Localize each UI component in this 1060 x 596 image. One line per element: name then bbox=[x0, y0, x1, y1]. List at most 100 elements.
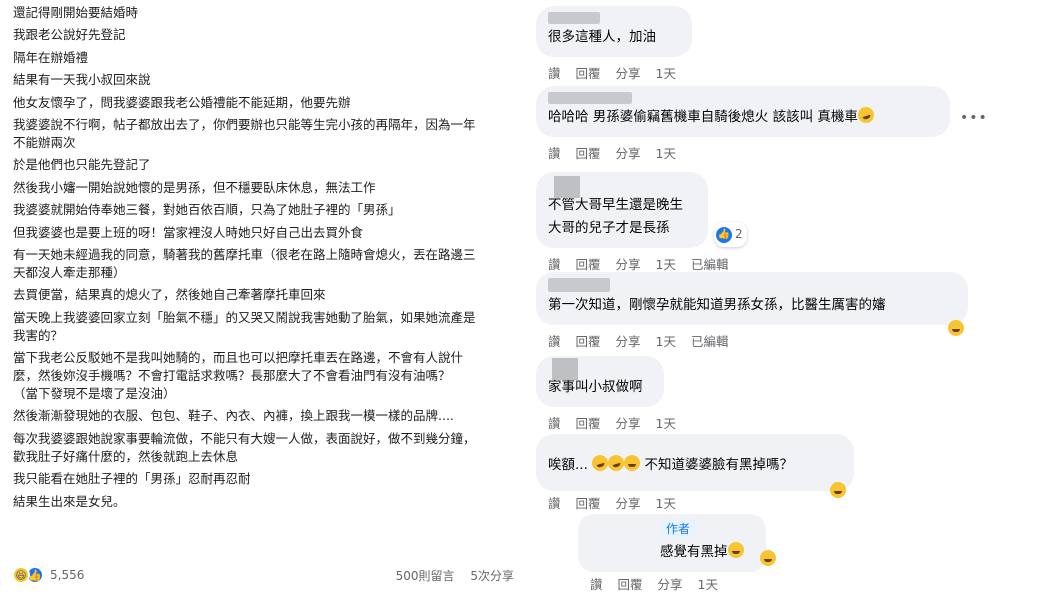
comment-like-count: 2 bbox=[735, 227, 743, 241]
post-line: 歡我肚子好痛什麼的，然後就跑上去休息 bbox=[13, 448, 239, 464]
comment-bubble: 作者 感覺有黑掉 bbox=[578, 514, 776, 572]
reaction-summary[interactable]: 😆 👍 5,556 bbox=[12, 566, 84, 584]
comment: 唉額... 不知道婆婆臉有黑掉嗎？ 讚回覆 分享 1天 bbox=[536, 434, 854, 512]
reply-link[interactable]: 回覆 bbox=[576, 257, 601, 272]
comment-actions: 讚回覆 分享 1天 bbox=[578, 574, 766, 593]
share-link[interactable]: 分享 bbox=[616, 257, 641, 272]
reply-link[interactable]: 回覆 bbox=[576, 146, 601, 161]
post-line: 天都沒人牽走那種） bbox=[13, 264, 126, 280]
post-line: 麼，然後妳沒手機嗎？不會打電話求救嗎？長那麼大了不會看油門有沒有油嗎？ bbox=[13, 368, 451, 384]
comment: 很多這種人，加油 讚回覆 分享 1天 bbox=[536, 6, 692, 82]
comment-bubble: 哈哈哈 男孫婆偷竊舊機車自騎後熄火 該該叫 真機車 bbox=[536, 86, 950, 137]
comment-bubble: 家事叫小叔做啊 bbox=[536, 356, 664, 407]
comment-text: 很多這種人，加油 bbox=[548, 29, 656, 45]
comment-time[interactable]: 1天 bbox=[656, 416, 676, 431]
like-icon: 👍 bbox=[716, 226, 732, 243]
laughing-emoji-icon[interactable] bbox=[760, 550, 776, 566]
share-link[interactable]: 分享 bbox=[616, 416, 641, 431]
reply-link[interactable]: 回覆 bbox=[576, 416, 601, 431]
post-line: （當下發現不是壞了是沒油） bbox=[13, 386, 176, 402]
post-line: 每次我婆婆跟她說家事要輪流做，不能只有大嫂一人做，表面說好，做不到幾分鐘， bbox=[13, 430, 476, 446]
post-line: 我婆婆說不行啊，帖子都放出去了，你們要辦也只能等生完小孩的再隔年，因為一年 bbox=[13, 116, 476, 132]
comment-time[interactable]: 1天 bbox=[656, 146, 676, 161]
laughing-emoji-icon bbox=[855, 104, 876, 126]
comment-text: 第一次知道，剛懷孕就能知道男孫女孫，比醫生厲害的嬸 bbox=[548, 297, 886, 313]
commenter-avatar-redacted bbox=[552, 358, 578, 380]
like-link[interactable]: 讚 bbox=[548, 257, 561, 272]
comment-time[interactable]: 1天 bbox=[656, 334, 676, 349]
comment-time[interactable]: 1天 bbox=[656, 496, 676, 511]
like-link[interactable]: 讚 bbox=[548, 334, 561, 349]
reply-link[interactable]: 回覆 bbox=[618, 577, 643, 592]
comment-time[interactable]: 1天 bbox=[656, 66, 676, 81]
edited-label[interactable]: 已編輯 bbox=[691, 257, 729, 272]
like-link[interactable]: 讚 bbox=[590, 577, 603, 592]
post-line: 結果生出來是女兒。 bbox=[13, 493, 126, 509]
share-link[interactable]: 分享 bbox=[616, 334, 641, 349]
share-link[interactable]: 分享 bbox=[616, 146, 641, 161]
post-line: 於是他們也只能先登記了 bbox=[13, 157, 151, 173]
reply-link[interactable]: 回覆 bbox=[576, 334, 601, 349]
post-line: 他女友懷孕了，問我婆婆跟我老公婚禮能不能延期，他要先辦 bbox=[13, 94, 351, 110]
shares-count[interactable]: 5次分享 bbox=[470, 569, 514, 583]
comment: 不管大哥早生還是晚生 大哥的兒子才是長孫 👍 2 讚回覆 分享 1天 已編輯 bbox=[536, 172, 747, 273]
share-link[interactable]: 分享 bbox=[658, 577, 683, 592]
post-line: 當天晚上我婆婆回家立刻「胎氣不穩」的又哭又鬧說我害她動了胎氣，如果她流產是 bbox=[13, 309, 476, 325]
post-panel: 還記得剛開始要結婚時 我跟老公說好先登記 隔年在辦婚禮 結果有一天我小叔回來說 … bbox=[0, 0, 530, 596]
comment-time[interactable]: 1天 bbox=[698, 577, 718, 592]
post-line: 但我婆婆也是要上班的呀！當家裡沒人時她只好自己出去買外食 bbox=[13, 224, 364, 240]
share-link[interactable]: 分享 bbox=[616, 496, 641, 511]
post-footer: 😆 👍 5,556 500則留言 5次分享 bbox=[12, 564, 522, 586]
commenter-name-redacted bbox=[548, 92, 632, 104]
reply-link[interactable]: 回覆 bbox=[576, 496, 601, 511]
share-link[interactable]: 分享 bbox=[616, 66, 641, 81]
post-body: 還記得剛開始要結婚時 我跟老公說好先登記 隔年在辦婚禮 結果有一天我小叔回來說 … bbox=[13, 4, 523, 515]
comment-actions: 讚回覆 分享 1天 已編輯 bbox=[536, 254, 744, 273]
laughing-emoji-icon[interactable] bbox=[948, 320, 964, 336]
author-badge: 作者 bbox=[660, 520, 697, 538]
comment-bubble: 唉額... 不知道婆婆臉有黑掉嗎？ bbox=[536, 434, 854, 498]
comment-reaction-badge[interactable]: 👍 2 bbox=[714, 222, 747, 247]
more-options-icon[interactable]: ••• bbox=[960, 110, 988, 126]
post-line: 還記得剛開始要結婚時 bbox=[13, 5, 139, 20]
like-link[interactable]: 讚 bbox=[548, 416, 561, 431]
comment-text-content: 感覺有黑掉 bbox=[660, 544, 728, 560]
post-line: 我婆婆就開始侍奉她三餐，對她百依百順，只為了她肚子裡的「男孫」 bbox=[13, 202, 401, 218]
comment-text-line: 大哥的兒子才是長孫 bbox=[548, 220, 670, 236]
like-link[interactable]: 讚 bbox=[548, 66, 561, 81]
comment: 哈哈哈 男孫婆偷竊舊機車自騎後熄火 該該叫 真機車 讚回覆 分享 1天 bbox=[536, 86, 950, 162]
reaction-count[interactable]: 5,556 bbox=[50, 568, 84, 582]
post-line: 不能辦兩次 bbox=[13, 134, 76, 150]
like-link[interactable]: 讚 bbox=[548, 146, 561, 161]
commenter-name-redacted bbox=[548, 278, 610, 292]
post-line: 有一天她未經過我的同意，騎著我的舊摩托車（很老在路上隨時會熄火，丟在路邊三 bbox=[13, 246, 476, 262]
comment-time[interactable]: 1天 bbox=[656, 257, 676, 272]
post-line: 結果有一天我小叔回來說 bbox=[13, 72, 151, 88]
grinning-emoji-icon bbox=[727, 542, 744, 558]
reply-comment: 作者 感覺有黑掉 讚回覆 分享 1天 bbox=[578, 514, 776, 593]
comment: 家事叫小叔做啊 讚回覆 分享 1天 bbox=[536, 356, 691, 432]
like-link[interactable]: 讚 bbox=[548, 496, 561, 511]
comment-actions: 讚回覆 分享 1天 bbox=[536, 493, 854, 512]
comments-panel: 很多這種人，加油 讚回覆 分享 1天 哈哈哈 男孫婆偷竊舊機車自騎後熄火 該該叫 真… bbox=[530, 0, 1060, 596]
post-line: 我只能看在她肚子裡的「男孫」忍耐再忍耐 bbox=[13, 471, 251, 487]
reply-link[interactable]: 回覆 bbox=[576, 66, 601, 81]
laughing-emoji-icon[interactable] bbox=[830, 482, 846, 498]
comment-bubble: 很多這種人，加油 bbox=[536, 6, 692, 57]
post-line: 我跟老公說好先登記 bbox=[13, 27, 126, 43]
commenter-avatar-redacted bbox=[554, 176, 580, 198]
comment-actions: 讚回覆 分享 1天 bbox=[536, 63, 692, 82]
post-line: 去買便當，結果真的熄火了，然後她自己牽著摩托車回來 bbox=[13, 287, 326, 303]
comment-actions: 讚回覆 分享 1天 bbox=[536, 413, 691, 432]
comment: 第一次知道，剛懷孕就能知道男孫女孫，比醫生厲害的嬸 讚回覆 分享 1天 已編輯 bbox=[536, 272, 968, 350]
comment-actions: 讚回覆 分享 1天 bbox=[536, 143, 950, 162]
post-line: 隔年在辦婚禮 bbox=[13, 49, 89, 65]
post-stats: 500則留言 5次分享 bbox=[384, 567, 514, 584]
comment-text-content: 哈哈哈 男孫婆偷竊舊機車自騎後熄火 該該叫 真機車 bbox=[548, 109, 858, 125]
comment-text-content: 不知道婆婆臉有黑掉嗎？ bbox=[644, 457, 793, 473]
comment-text: 感覺有黑掉 bbox=[660, 541, 754, 564]
comment-text: 唉額... 不知道婆婆臉有黑掉嗎？ bbox=[548, 452, 842, 477]
post-line: 然後漸漸發現她的衣服、包包、鞋子、內衣、內褲，換上跟我一模一樣的品牌.... bbox=[13, 408, 454, 424]
comments-count[interactable]: 500則留言 bbox=[396, 569, 455, 583]
edited-label[interactable]: 已編輯 bbox=[691, 334, 729, 349]
